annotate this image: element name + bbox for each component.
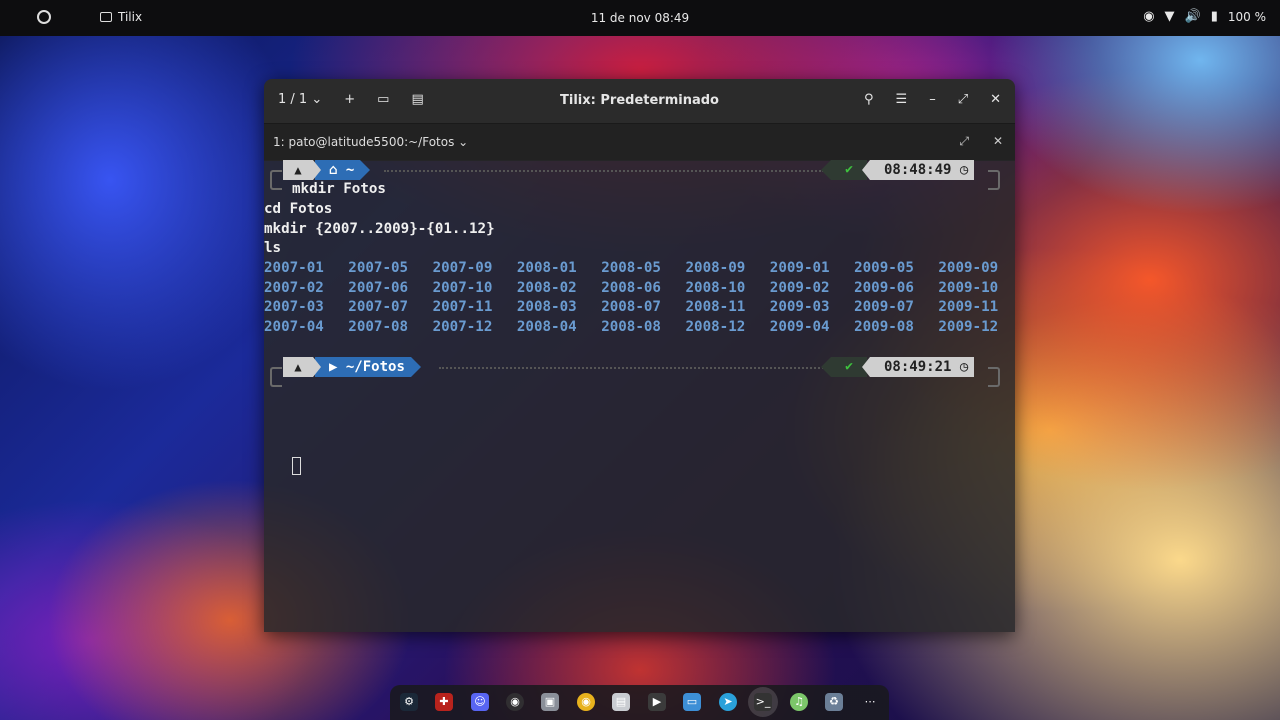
search-icon[interactable]: ⚲ [864, 92, 874, 107]
directory-entry: 2007-06 [348, 279, 409, 296]
directory-entry: 2009-11 [938, 299, 999, 316]
chrome-icon[interactable]: ◉ [577, 693, 595, 711]
directory-entry: 2008-01 [516, 260, 577, 276]
tilix-window: 1 / 1 ⌄ + ▭ ▤ Tilix: Predeterminado ⚲ ☰ … [264, 79, 1015, 632]
prompt-time: 08:48:49 ◷ [861, 160, 975, 180]
directory-entry: 2007-01 [264, 260, 324, 276]
clock[interactable]: 11 de nov 08:49 [0, 11, 1280, 25]
spotify-icon[interactable]: ♫ [790, 693, 808, 711]
directory-entry: 2008-11 [685, 299, 746, 316]
directory-entry: 2007-11 [432, 299, 493, 316]
prompt-separator [439, 367, 824, 371]
linux-icon: ▲ [283, 357, 321, 377]
prompt-path-label: ~/Fotos [345, 359, 405, 375]
dota-icon[interactable]: ✚ [435, 693, 453, 711]
close-terminal-icon[interactable]: ✕ [993, 134, 1003, 149]
maximize-icon[interactable]: ⤢ [958, 92, 968, 107]
text-cursor [292, 457, 301, 475]
telegram-icon[interactable]: ➤ [719, 693, 737, 711]
directory-entry: 2008-03 [516, 299, 577, 316]
directory-entry: 2007-07 [348, 299, 409, 316]
terminal-area[interactable]: ▲ ⌂ ~ ✔ 08:48:49 ◷ mkdir Fotos cd Fotos … [264, 160, 1015, 632]
prompt-time: 08:49:21 ◷ [861, 357, 975, 377]
directory-entry: 2009-02 [769, 279, 830, 296]
folder-icon: ▶ [329, 359, 338, 375]
top-bar: Tilix 11 de nov 08:49 ◉ ▼ 🔊 ▮ 100 % [0, 0, 1280, 36]
directory-entry: 2008-08 [601, 318, 661, 335]
directory-entry: 2009-05 [854, 260, 914, 276]
system-status[interactable]: ◉ ▼ 🔊 ▮ 100 % [1143, 9, 1266, 24]
folder-icon[interactable]: ▭ [683, 693, 701, 711]
directory-entry: 2007-04 [264, 318, 324, 335]
maximize-terminal-icon[interactable]: ⤢ [959, 134, 969, 149]
prompt-path-label: ~ [345, 162, 355, 178]
directory-entry: 2009-03 [769, 299, 830, 316]
discord-tray-icon[interactable]: ◉ [1143, 9, 1154, 24]
steam-icon[interactable]: ⚙ [400, 693, 418, 711]
files-icon[interactable]: ▣ [541, 693, 559, 711]
terminal-icon[interactable]: >_ [754, 693, 772, 711]
directory-entry: 2007-12 [432, 318, 493, 335]
header-bar: 1 / 1 ⌄ + ▭ ▤ Tilix: Predeterminado ⚲ ☰ … [264, 79, 1015, 124]
directory-entry: 2008-09 [685, 260, 746, 276]
discord-icon[interactable]: ☺ [471, 693, 489, 711]
terminal-title[interactable]: 1: pato@latitude5500:~/Fotos ⌄ [273, 135, 468, 149]
command-line: mkdir {2007..2009}-{01..12} [264, 221, 495, 237]
chevron-down-icon: ⌄ [458, 135, 469, 149]
prompt-time-label: 08:48:49 [884, 162, 952, 178]
directory-entry: 2009-06 [854, 279, 914, 296]
battery-icon: ▮ [1210, 9, 1218, 24]
directory-entry: 2007-05 [348, 260, 409, 276]
trash-icon[interactable]: ♻ [825, 693, 843, 711]
prompt-line: ▲ ▶ ~/Fotos ✔ 08:49:21 ◷ [264, 357, 1015, 397]
directory-entry: 2009-09 [938, 260, 999, 276]
prompt-time-label: 08:49:21 [884, 359, 952, 375]
obs-icon[interactable]: ◉ [506, 693, 524, 711]
directory-entry: 2007-09 [432, 260, 493, 276]
minimize-icon[interactable]: – [929, 92, 936, 107]
clock-icon: ◷ [959, 359, 969, 375]
directory-entry: 2007-08 [348, 318, 409, 335]
directory-entry: 2009-01 [769, 260, 830, 276]
terminal-title-label: 1: pato@latitude5500:~/Fotos [273, 135, 455, 149]
directory-entry: 2008-02 [516, 279, 577, 296]
home-icon: ⌂ [329, 162, 338, 178]
directory-entry: 2009-04 [769, 318, 830, 335]
menu-icon[interactable]: ☰ [896, 92, 908, 107]
terminal-titlebar: 1: pato@latitude5500:~/Fotos ⌄ ⤢ ✕ [264, 124, 1015, 161]
software-icon[interactable]: ▤ [612, 693, 630, 711]
clock-icon: ◷ [959, 162, 969, 178]
directory-entry: 2009-07 [854, 299, 914, 316]
volume-icon: 🔊 [1184, 9, 1201, 24]
directory-entry: 2008-07 [601, 299, 661, 316]
close-icon[interactable]: ✕ [990, 92, 1001, 107]
directory-entry: 2008-12 [685, 318, 746, 335]
command-line: ls [264, 240, 282, 256]
app-grid-icon[interactable]: ⋯ [861, 693, 879, 711]
directory-entry: 2009-08 [854, 318, 914, 335]
directory-entry: 2009-12 [938, 318, 999, 335]
command-line: mkdir Fotos [292, 181, 386, 197]
directory-entry: 2007-02 [264, 279, 324, 296]
battery-percent: 100 % [1227, 9, 1266, 24]
prompt-path: ▶ ~/Fotos [315, 357, 421, 377]
prompt-path: ⌂ ~ [315, 160, 371, 180]
directory-entry: 2008-05 [601, 260, 661, 276]
prompt-bracket-right [988, 367, 1000, 387]
directory-entry: 2009-10 [938, 279, 999, 296]
linux-icon: ▲ [283, 160, 321, 180]
prompt-bracket-left [270, 170, 282, 190]
directory-entry: 2008-10 [685, 279, 746, 296]
directory-entry: 2008-04 [516, 318, 577, 335]
dock: ⚙ ✚ ☺ ◉ ▣ ◉ ▤ ▶ ▭ ➤ >_ ♫ ♻ ⋯ [390, 685, 889, 720]
prompt-separator [384, 170, 824, 174]
video-icon[interactable]: ▶ [648, 693, 666, 711]
directory-entry: 2007-03 [264, 299, 324, 316]
directory-entry: 2008-06 [601, 279, 661, 296]
prompt-bracket-right [988, 170, 1000, 190]
directory-entry: 2007-10 [432, 279, 493, 296]
wifi-icon: ▼ [1164, 9, 1175, 24]
command-line: cd Fotos [264, 201, 333, 217]
prompt-bracket-left [270, 367, 282, 387]
